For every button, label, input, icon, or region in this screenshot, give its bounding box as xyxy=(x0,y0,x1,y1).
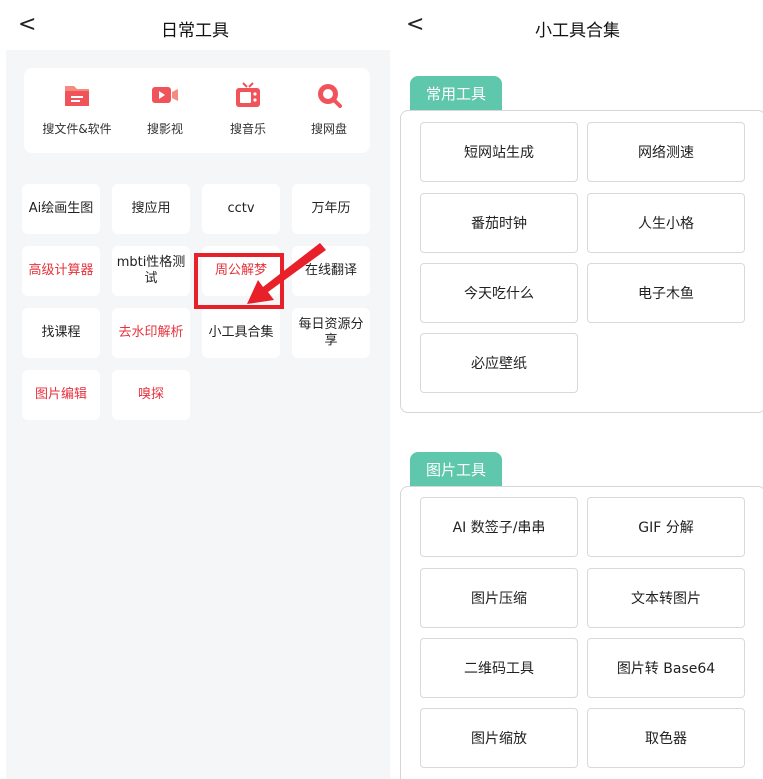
tool-image-compress[interactable]: 图片压缩 xyxy=(420,568,578,628)
left-content: 搜文件&软件 搜影视 搜音乐 搜网盘 Ai绘画生图 搜应用 cctv 万年历 高… xyxy=(6,50,390,779)
tool-daily-share[interactable]: 每日资源分享 xyxy=(292,308,370,358)
page-title: 小工具合集 xyxy=(535,21,620,41)
section-common-tools: 短网站生成 网络测速 番茄时钟 人生小格 今天吃什么 电子木鱼 必应壁纸 xyxy=(400,110,763,413)
tool-image-resize[interactable]: 图片缩放 xyxy=(420,708,578,768)
search-item-label: 搜网盘 xyxy=(310,122,347,136)
search-video-button[interactable]: 搜影视 xyxy=(125,82,205,137)
search-item-label: 搜音乐 xyxy=(229,122,266,136)
tool-calendar[interactable]: 万年历 xyxy=(292,184,370,234)
tool-image-base64[interactable]: 图片转 Base64 xyxy=(587,638,745,698)
tool-dream[interactable]: 周公解梦 xyxy=(202,246,280,296)
tool-mini-tools[interactable]: 小工具合集 xyxy=(202,308,280,358)
tool-qrcode[interactable]: 二维码工具 xyxy=(420,638,578,698)
tool-pomodoro[interactable]: 番茄时钟 xyxy=(420,193,578,253)
tool-gif-split[interactable]: GIF 分解 xyxy=(587,497,745,557)
tool-ai-count[interactable]: AI 数签子/串串 xyxy=(420,497,578,557)
search-music-button[interactable]: 搜音乐 xyxy=(208,82,288,137)
left-header: < 日常工具 xyxy=(0,0,390,50)
search-netdisk-button[interactable]: 搜网盘 xyxy=(289,82,369,137)
search-item-label: 搜文件&软件 xyxy=(42,122,112,136)
tool-life-grid[interactable]: 人生小格 xyxy=(587,193,745,253)
tool-cctv[interactable]: cctv xyxy=(202,184,280,234)
tool-short-url[interactable]: 短网站生成 xyxy=(420,122,578,182)
tool-search-app[interactable]: 搜应用 xyxy=(112,184,190,234)
tool-speed-test[interactable]: 网络测速 xyxy=(587,122,745,182)
tv-icon xyxy=(236,82,260,107)
section-image-tools: AI 数签子/串串 GIF 分解 图片压缩 文本转图片 二维码工具 图片转 Ba… xyxy=(400,486,763,779)
search-item-label: 搜影视 xyxy=(146,122,183,136)
tool-watermark[interactable]: 去水印解析 xyxy=(112,308,190,358)
tool-mbti[interactable]: mbti性格测试 xyxy=(112,246,190,296)
page-title: 日常工具 xyxy=(161,21,229,41)
tool-wooden-fish[interactable]: 电子木鱼 xyxy=(587,263,745,323)
search-files-button[interactable]: 搜文件&软件 xyxy=(37,82,117,137)
tool-text-to-image[interactable]: 文本转图片 xyxy=(587,568,745,628)
video-camera-icon xyxy=(152,87,178,103)
tool-course[interactable]: 找课程 xyxy=(22,308,100,358)
tool-color-picker[interactable]: 取色器 xyxy=(587,708,745,768)
tool-translate[interactable]: 在线翻译 xyxy=(292,246,370,296)
tool-calculator[interactable]: 高级计算器 xyxy=(22,246,100,296)
tool-sniffer[interactable]: 嗅探 xyxy=(112,370,190,420)
tool-what-to-eat[interactable]: 今天吃什么 xyxy=(420,263,578,323)
right-screen: < 小工具合集 常用工具 短网站生成 网络测速 番茄时钟 人生小格 今天吃什么 … xyxy=(392,0,763,779)
left-screen: < 日常工具 搜文件&软件 搜影视 搜音乐 搜网盘 Ai绘画生图 搜应用 cct… xyxy=(0,0,390,779)
search-magnifier-icon xyxy=(318,84,342,108)
section-tag-common: 常用工具 xyxy=(410,76,503,112)
section-tag-image: 图片工具 xyxy=(410,452,503,488)
tool-image-edit[interactable]: 图片编辑 xyxy=(22,370,100,420)
tool-ai-painting[interactable]: Ai绘画生图 xyxy=(22,184,100,234)
search-card: 搜文件&软件 搜影视 搜音乐 搜网盘 xyxy=(24,68,370,153)
tool-bing-wallpaper[interactable]: 必应壁纸 xyxy=(420,333,578,393)
folder-icon xyxy=(65,86,89,106)
